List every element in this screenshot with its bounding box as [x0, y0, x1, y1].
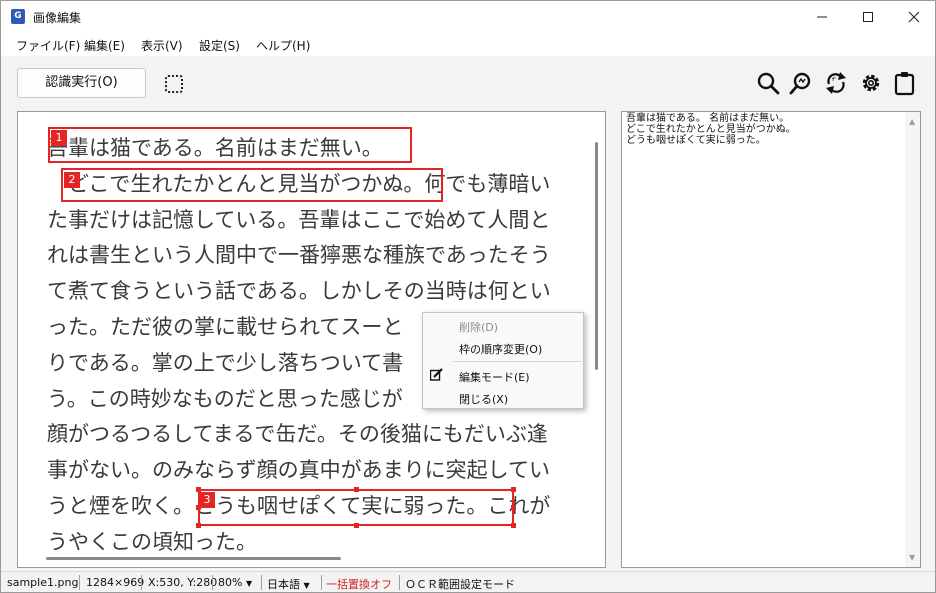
toolbar: 認識実行(O) [1, 56, 935, 108]
ocr-result-line: どこで生れたかとんと見当がつかぬ。 [626, 124, 796, 135]
ocr-region-box[interactable] [48, 127, 412, 163]
status-divider [141, 575, 142, 590]
language-dropdown[interactable]: 日本語 ▼ [267, 576, 310, 592]
resize-handle[interactable] [196, 487, 201, 492]
image-text-line: て煮て食うという話である。しかしその当時は何とい [47, 279, 551, 304]
status-file-name: sample1.png [7, 576, 79, 589]
image-text-line: た事だけは記憶している。吾輩はここで始めて人間と [47, 207, 551, 232]
chevron-down-icon: ▼ [245, 579, 253, 588]
ocr-region-label: 3 [199, 492, 215, 508]
status-image-size: 1284×969 [86, 576, 145, 589]
status-divider [321, 575, 322, 590]
status-divider [79, 575, 80, 590]
menu-file[interactable]: ファイル(F) [16, 37, 80, 54]
ctx-delete[interactable]: 削除(D) [459, 319, 498, 335]
ocr-result-text: 吾輩は猫である。 名前はまだ無い。 どこで生れたかとんと見当がつかぬ。 どうも咽… [626, 113, 796, 146]
language-value: 日本語 [267, 578, 300, 591]
edit-check-icon [430, 368, 443, 381]
ocr-result-textarea[interactable]: 吾輩は猫である。 名前はまだ無い。 どこで生れたかとんと見当がつかぬ。 どうも咽… [621, 111, 921, 568]
ocr-region-label: 1 [51, 130, 67, 146]
resize-handle[interactable] [196, 523, 201, 528]
scroll-up-icon[interactable]: ▲ [909, 117, 915, 126]
image-vertical-scrollbar[interactable] [595, 142, 598, 370]
ocr-result-line: どうも咽せぽくて実に弱った。 [626, 135, 766, 146]
close-button[interactable] [891, 1, 935, 32]
ocr-region-box[interactable] [61, 168, 443, 202]
minimize-button[interactable] [799, 1, 845, 32]
ctx-edit-mode[interactable]: 編集モード(E) [459, 369, 530, 385]
settings-icon[interactable] [858, 70, 884, 96]
scroll-down-icon[interactable]: ▼ [909, 553, 915, 562]
app-window: G 画像編集 ファイル(F) 編集(E) 表示(V) 設定(S) ヘルプ(H) … [0, 0, 936, 593]
bulk-replace-toggle[interactable]: 一括置換オフ [326, 576, 392, 592]
run-recognition-button[interactable]: 認識実行(O) [17, 68, 146, 98]
resize-handle[interactable] [196, 505, 201, 510]
status-divider [399, 575, 400, 590]
status-cursor-coords: X:530, Y:280 [148, 576, 218, 589]
status-divider [212, 575, 213, 590]
menu-edit[interactable]: 編集(E) [84, 37, 125, 54]
maximize-icon [863, 12, 873, 22]
ocr-region-label: 2 [64, 172, 80, 188]
menu-help[interactable]: ヘルプ(H) [256, 37, 310, 54]
menu-view[interactable]: 表示(V) [141, 37, 183, 54]
context-menu: 削除(D) 枠の順序変更(O) 編集モード(E) 閉じる(X) [422, 312, 584, 409]
resize-handle[interactable] [354, 523, 359, 528]
minimize-icon [817, 16, 827, 18]
zoom-dropdown[interactable]: 80% ▼ [218, 576, 252, 589]
resize-handle[interactable] [511, 523, 516, 528]
ocr-region-box-selected[interactable] [198, 489, 514, 526]
image-horizontal-scrollbar[interactable] [46, 557, 341, 560]
menu-settings[interactable]: 設定(S) [199, 37, 240, 54]
status-divider [261, 575, 262, 590]
frame-select-icon[interactable] [165, 75, 183, 93]
menu-bar: ファイル(F) 編集(E) 表示(V) 設定(S) ヘルプ(H) [1, 32, 935, 56]
resize-handle[interactable] [511, 487, 516, 492]
image-text-line: 顔がつるつるしてまるで缶だ。その後猫にもだいぶ逢 [47, 422, 548, 447]
title-bar: G 画像編集 [1, 1, 935, 32]
menu-separator [453, 361, 581, 362]
status-mode: ＯＣＲ範囲設定モード [405, 578, 515, 591]
zoom-value: 80% [218, 576, 243, 589]
image-text-line: れは書生という人間中で一番獰悪な種族であったそう [47, 243, 551, 268]
clipboard-icon[interactable] [892, 70, 918, 96]
rotate-icon[interactable] [823, 70, 849, 96]
text-vertical-scrollbar[interactable]: ▲ ▼ [905, 112, 920, 567]
ctx-close[interactable]: 閉じる(X) [459, 391, 508, 407]
search-icon[interactable] [755, 70, 781, 96]
chevron-down-icon: ▼ [303, 581, 310, 590]
window-title: 画像編集 [33, 11, 82, 25]
status-bar: sample1.png 1284×969 X:530, Y:280 80% ▼ … [1, 571, 935, 592]
image-text-line: うやくこの頃知った。 [47, 529, 257, 554]
app-logo-icon: G [11, 9, 25, 24]
ctx-reorder-frames[interactable]: 枠の順序変更(O) [459, 341, 542, 357]
zoom-icon[interactable] [789, 70, 815, 96]
image-text-line: 事がない。のみならず顔の真中があまりに突起してい [47, 458, 550, 483]
close-icon [908, 11, 920, 23]
ocr-result-line: 吾輩は猫である。 名前はまだ無い。 [626, 113, 790, 124]
resize-handle[interactable] [511, 505, 516, 510]
maximize-button[interactable] [845, 1, 891, 32]
resize-handle[interactable] [354, 487, 359, 492]
